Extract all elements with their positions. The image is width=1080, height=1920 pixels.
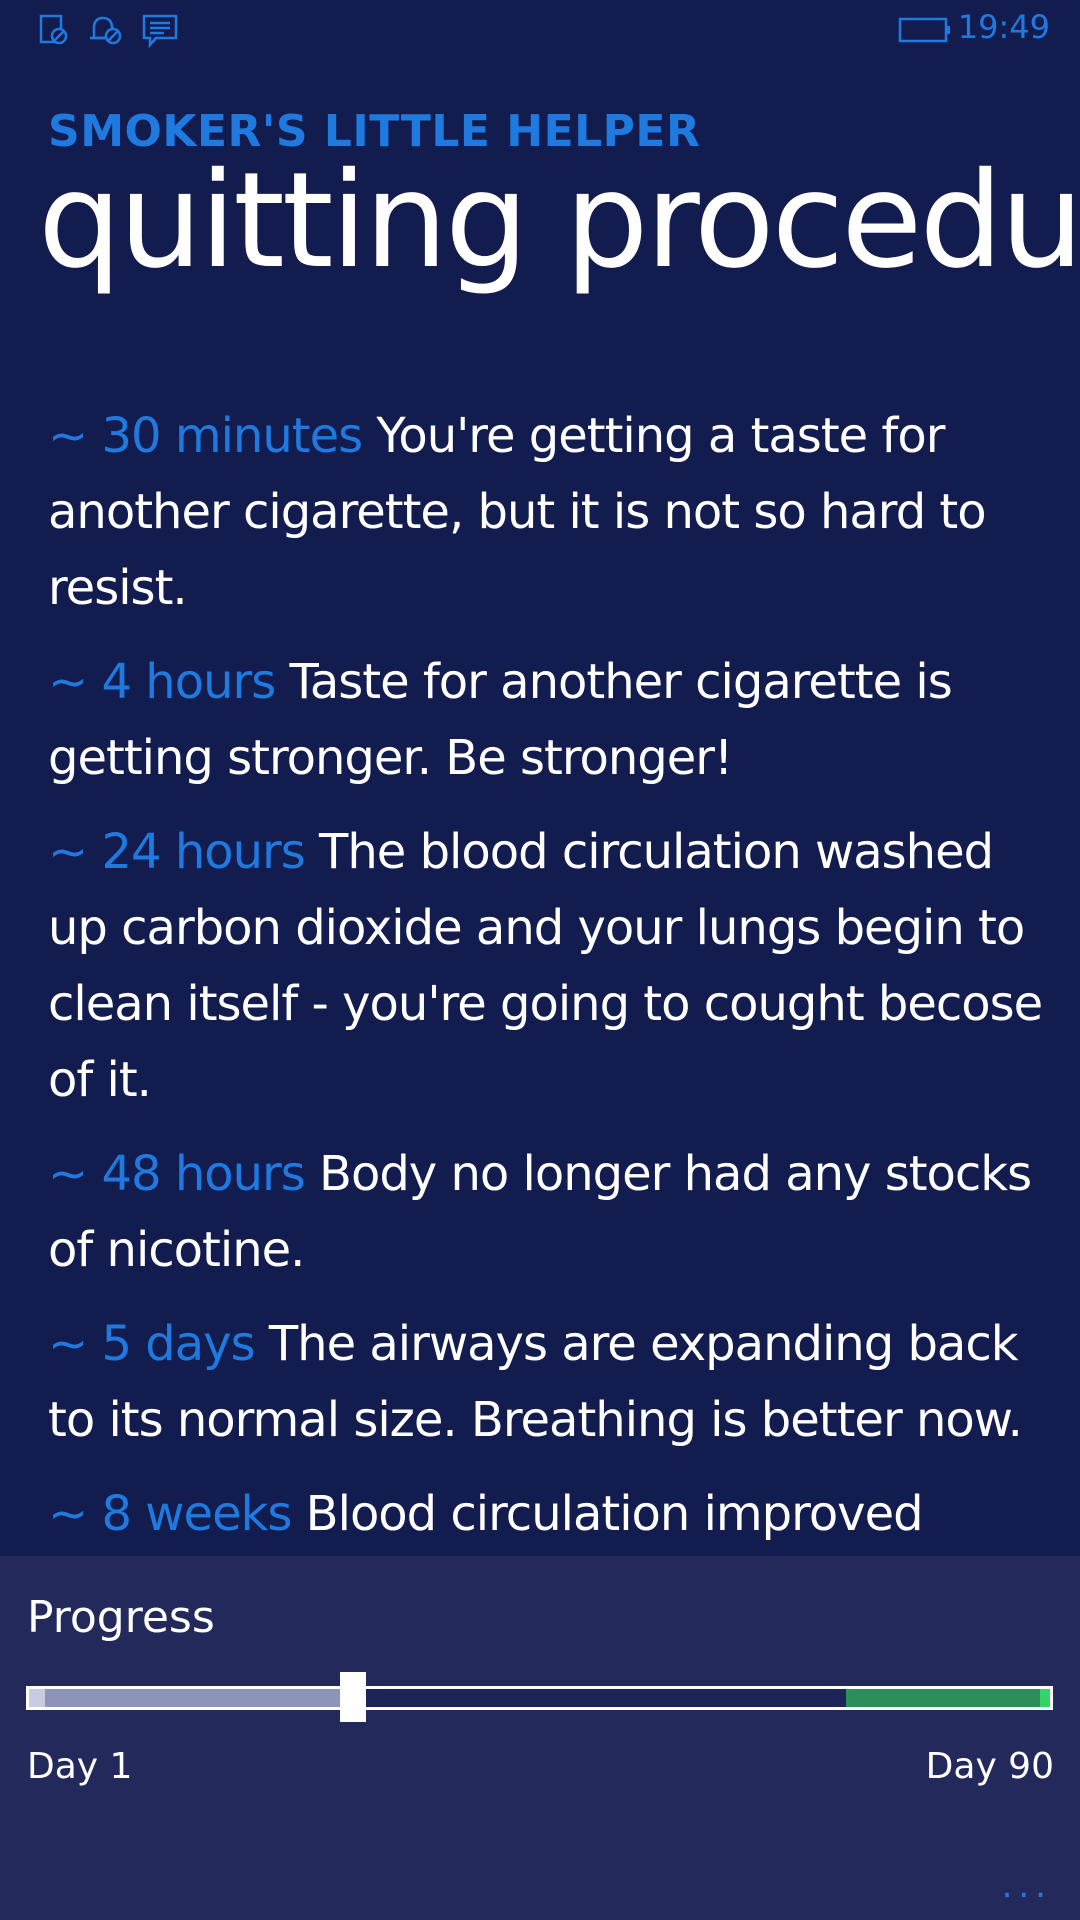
battery-icon xyxy=(898,16,952,48)
progress-fill xyxy=(29,1689,361,1707)
day-end-label: Day 90 xyxy=(925,1746,1054,1787)
progress-label: Progress xyxy=(27,1592,215,1643)
timeline-entry: ~ 30 minutes You're getting a taste for … xyxy=(48,398,1048,626)
entry-time: ~ 8 weeks xyxy=(48,1486,292,1542)
app-screen: 19:49 SMOKER'S LITTLE HELPER quitting pr… xyxy=(0,0,1080,1920)
entry-time: ~ 30 minutes xyxy=(48,408,363,464)
day-start-label: Day 1 xyxy=(27,1746,133,1787)
goal-zone xyxy=(846,1689,1050,1707)
page-title: quitting procedure xyxy=(38,144,1080,298)
timeline-entry: ~ 4 hours Taste for another cigarette is… xyxy=(48,644,1048,796)
entry-time: ~ 24 hours xyxy=(48,824,306,880)
progress-panel: Progress Day 1 Day 90 ... xyxy=(0,1556,1080,1920)
timeline-entry: ~ 5 days The airways are expanding back … xyxy=(48,1306,1048,1458)
status-bar: 19:49 xyxy=(0,0,1080,62)
entry-time: ~ 48 hours xyxy=(48,1146,306,1202)
quiet-hours-icon xyxy=(88,14,124,50)
entry-time: ~ 5 days xyxy=(48,1316,256,1372)
more-options-button[interactable]: ... xyxy=(1002,1866,1052,1906)
message-icon xyxy=(142,14,178,52)
progress-start-tick xyxy=(29,1689,45,1707)
entry-time: ~ 4 hours xyxy=(48,654,276,710)
timeline-list[interactable]: ~ 30 minutes You're getting a taste for … xyxy=(48,398,1048,1556)
timeline-entry: ~ 48 hours Body no longer had any stocks… xyxy=(48,1136,1048,1288)
progress-slider[interactable] xyxy=(26,1686,1053,1710)
alarm-off-icon xyxy=(38,14,70,50)
slider-thumb[interactable] xyxy=(340,1672,366,1722)
goal-end-marker xyxy=(1040,1689,1050,1707)
entry-text: Blood circulation improved xyxy=(305,1486,924,1542)
timeline-entry: ~ 24 hours The blood circulation washed … xyxy=(48,814,1048,1118)
timeline-entry: ~ 8 weeks Blood circulation improved xyxy=(48,1476,1048,1552)
status-time: 19:49 xyxy=(957,8,1050,46)
